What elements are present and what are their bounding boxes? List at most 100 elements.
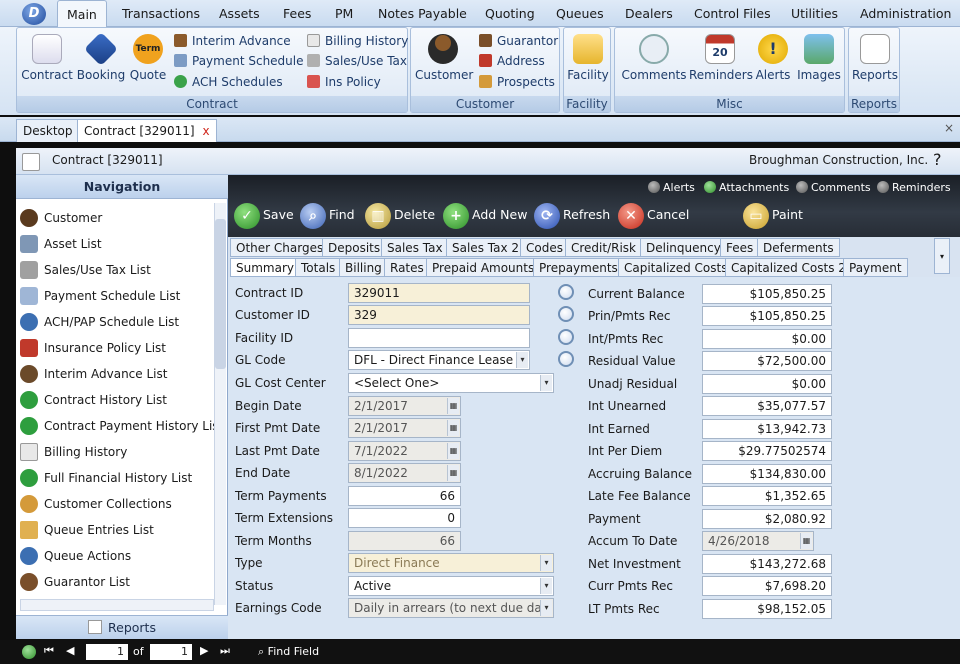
earnings-code-select[interactable]: Daily in arrears (to next due dat ▾ (348, 598, 554, 618)
guarantor-button[interactable]: Guarantor (479, 31, 558, 51)
contract-lookup-search-icon[interactable] (558, 284, 574, 300)
menu-pm[interactable]: PM (335, 0, 353, 27)
begin-date-field[interactable]: 2/1/2017 ▦ (348, 396, 461, 416)
nav-item-guarantor-list[interactable]: Guarantor List (20, 569, 214, 595)
lt-pmts-rec-field[interactable]: $98,152.05 (702, 599, 832, 619)
payment-field[interactable]: $2,080.92 (702, 509, 832, 529)
int-pmts-rec-field[interactable]: $0.00 (702, 329, 832, 349)
tab-codes[interactable]: Codes (520, 238, 569, 257)
menu-dealers[interactable]: Dealers (625, 0, 673, 27)
status-select[interactable]: Active ▾ (348, 576, 554, 596)
tab-billing[interactable]: Billing (339, 258, 388, 277)
tab-delinquency[interactable]: Delinquency (640, 238, 727, 257)
gl-code-select[interactable]: DFL - Direct Finance Lease ▾ (348, 350, 530, 370)
cancel-button[interactable]: ✕ Cancel (618, 202, 689, 229)
tab-capitalized-costs[interactable]: Capitalized Costs (618, 258, 734, 277)
prev-record-icon[interactable]: ◀ (66, 644, 74, 657)
contract-button[interactable]: Contract (20, 34, 74, 96)
end-date-field[interactable]: 8/1/2022 ▦ (348, 463, 461, 483)
help-icon[interactable]: ? (933, 150, 942, 169)
delete-button[interactable]: ▥ Delete (365, 202, 435, 229)
find-button[interactable]: ⌕ Find (300, 202, 355, 229)
tab-sales-tax[interactable]: Sales Tax (381, 238, 449, 257)
menu-fees[interactable]: Fees (283, 0, 311, 27)
menu-assets[interactable]: Assets (219, 0, 260, 27)
customer-id-field[interactable]: 329 (348, 305, 530, 325)
tab-desktop[interactable]: Desktop (16, 119, 80, 142)
calendar-picker-icon[interactable]: ▦ (447, 398, 459, 414)
comments-button[interactable]: Comments (619, 34, 689, 96)
menu-quoting[interactable]: Quoting (485, 0, 535, 27)
facility-lookup-search-icon[interactable] (558, 329, 574, 345)
sales-use-tax-button[interactable]: Sales/Use Tax (307, 51, 407, 71)
nav-item-contract-history-list[interactable]: Contract History List (20, 387, 214, 413)
customer-lookup-search-icon[interactable] (558, 306, 574, 322)
refresh-button[interactable]: ⟳ Refresh (534, 202, 610, 229)
tab-summary[interactable]: Summary (230, 258, 300, 277)
tab-totals[interactable]: Totals (295, 258, 342, 277)
last-record-icon[interactable]: ⏭ (220, 644, 230, 658)
nav-item-payment-schedule-list[interactable]: Payment Schedule List (20, 283, 214, 309)
type-select[interactable]: Direct Finance ▾ (348, 553, 554, 573)
term-months-field[interactable]: 66 (348, 531, 461, 551)
current-page-input[interactable]: 1 (86, 644, 128, 660)
customer-button[interactable]: Customer (415, 34, 473, 96)
images-button[interactable]: Images (795, 34, 843, 96)
menu-control-files[interactable]: Control Files (694, 0, 771, 27)
find-field-button[interactable]: ⌕ Find Field (258, 645, 319, 659)
menu-main[interactable]: Main (57, 0, 107, 27)
dropdown-arrow-icon[interactable]: ▾ (516, 352, 528, 368)
attachments-toggle[interactable]: Attachments (704, 181, 789, 195)
facility-button[interactable]: Facility (566, 34, 610, 96)
nav-item-ach-schedule-list[interactable]: ACH/PAP Schedule List (20, 309, 214, 335)
accum-to-date-field[interactable]: 4/26/2018 ▦ (702, 531, 814, 551)
billing-history-button[interactable]: Billing History (307, 31, 408, 51)
tab-rates[interactable]: Rates (384, 258, 430, 277)
term-payments-field[interactable]: 66 (348, 486, 461, 506)
tab-prepayments[interactable]: Prepayments (533, 258, 624, 277)
tab-capitalized-costs-2[interactable]: Capitalized Costs 2 (725, 258, 852, 277)
gl-code-lookup-search-icon[interactable] (558, 351, 574, 367)
tab-deposits[interactable]: Deposits (322, 238, 387, 257)
accruing-balance-field[interactable]: $134,830.00 (702, 464, 832, 484)
menu-utilities[interactable]: Utilities (791, 0, 838, 27)
reminders-toggle[interactable]: Reminders (877, 181, 951, 195)
net-investment-field[interactable]: $143,272.68 (702, 554, 832, 574)
comments-toggle[interactable]: Comments (796, 181, 871, 195)
tab-fees[interactable]: Fees (720, 238, 760, 257)
tabs-overflow-button[interactable]: ▾ (934, 238, 950, 274)
address-button[interactable]: Address (479, 51, 545, 71)
dropdown-arrow-icon[interactable]: ▾ (540, 600, 552, 616)
current-balance-field[interactable]: $105,850.25 (702, 284, 832, 304)
menu-queues[interactable]: Queues (556, 0, 604, 27)
nav-item-interim-advance-list[interactable]: Interim Advance List (20, 361, 214, 387)
next-record-icon[interactable]: ▶ (200, 644, 208, 657)
reports-button[interactable]: Reports (851, 34, 899, 96)
first-record-icon[interactable]: ⏮ (44, 644, 54, 658)
ach-schedules-button[interactable]: ACH Schedules (174, 72, 283, 92)
facility-id-field[interactable] (348, 328, 530, 348)
tab-contract[interactable]: Contract [329011] x (77, 119, 217, 142)
contract-id-field[interactable]: 329011 (348, 283, 530, 303)
nav-item-contract-payment-history-list[interactable]: Contract Payment History List (20, 413, 214, 439)
int-earned-field[interactable]: $13,942.73 (702, 419, 832, 439)
close-strip-icon[interactable]: × (944, 121, 954, 135)
menu-notes-payable[interactable]: Notes Payable (378, 0, 467, 27)
term-extensions-field[interactable]: 0 (348, 508, 461, 528)
nav-vertical-scrollbar[interactable] (214, 203, 226, 605)
tab-deferments[interactable]: Deferments (757, 238, 840, 257)
late-fee-balance-field[interactable]: $1,352.65 (702, 486, 832, 506)
dropdown-arrow-icon[interactable]: ▾ (540, 555, 552, 571)
nav-item-full-financial-history-list[interactable]: Full Financial History List (20, 465, 214, 491)
ins-policy-button[interactable]: Ins Policy (307, 72, 381, 92)
residual-value-field[interactable]: $72,500.00 (702, 351, 832, 371)
nav-reports-button[interactable]: Reports (16, 615, 228, 639)
curr-pmts-rec-field[interactable]: $7,698.20 (702, 576, 832, 596)
nav-item-insurance-policy-list[interactable]: Insurance Policy List (20, 335, 214, 361)
booking-button[interactable]: Booking (75, 32, 127, 96)
nav-item-customer[interactable]: Customer (20, 205, 214, 231)
gl-cost-center-select[interactable]: <Select One> ▾ (348, 373, 554, 393)
prospects-button[interactable]: Prospects (479, 72, 555, 92)
save-button[interactable]: ✓ Save (234, 202, 294, 229)
dropdown-arrow-icon[interactable]: ▾ (540, 375, 552, 391)
